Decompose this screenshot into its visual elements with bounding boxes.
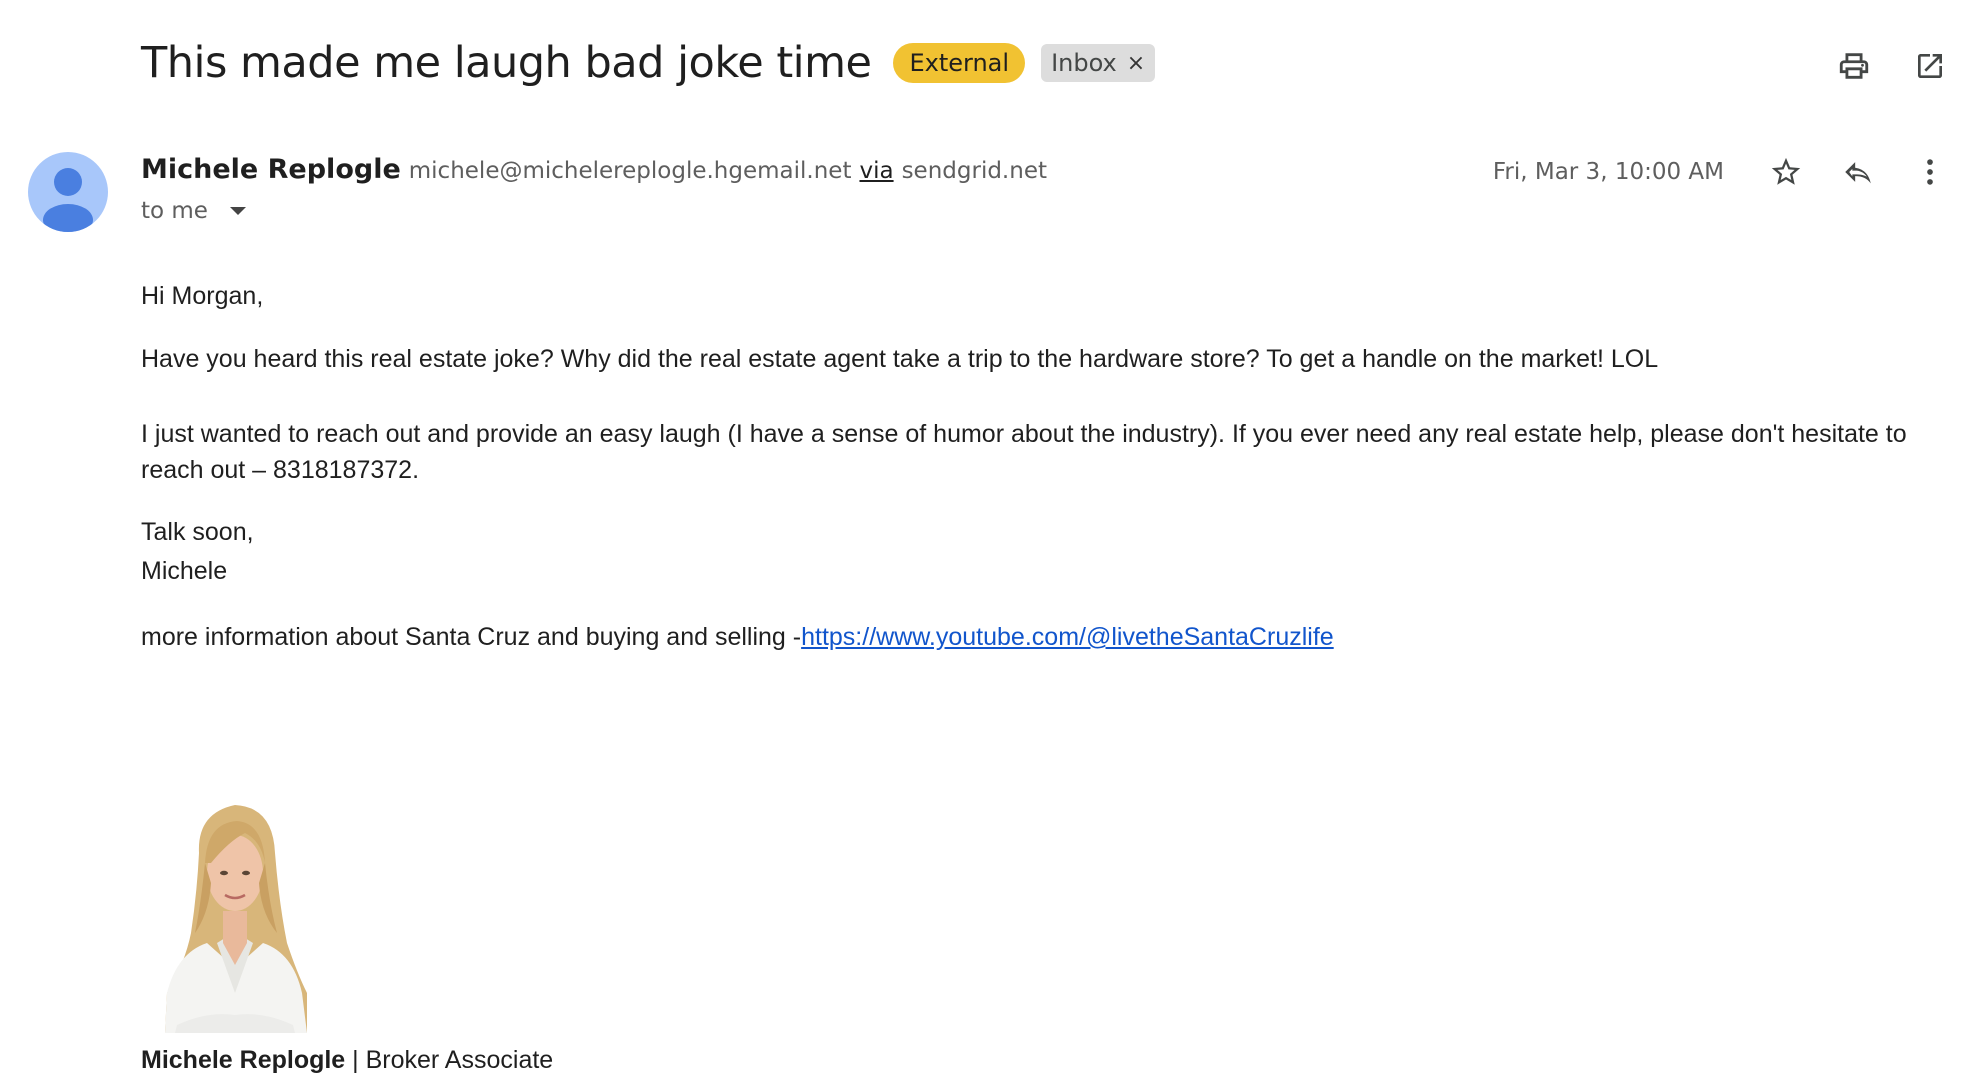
recipient-text: to me (141, 198, 208, 224)
reply-icon (1845, 162, 1871, 184)
sender-email: michele@michelereplogle.hgemail.net (408, 158, 852, 184)
reply-button[interactable] (1840, 154, 1876, 190)
top-actions (1836, 48, 1948, 84)
subject-row: This made me laugh bad joke time Externa… (141, 38, 1156, 88)
signature-separator: | (345, 1046, 366, 1074)
print-button[interactable] (1836, 48, 1872, 84)
signature-line: Michele Replogle | Broker Associate (141, 1046, 553, 1075)
inbox-label[interactable]: Inbox × (1041, 44, 1156, 82)
sender-name[interactable]: Michele Replogle (141, 154, 401, 185)
sender-line: Michele Replogle michele@michelereplogle… (141, 154, 1047, 185)
greeting: Hi Morgan, (141, 282, 264, 310)
open-in-new-window-button[interactable] (1912, 48, 1948, 84)
signature-name: Michele Replogle (141, 1046, 346, 1074)
email-subject: This made me laugh bad joke time (141, 38, 872, 88)
external-badge: External (893, 43, 1026, 83)
open-in-new-window-icon (1918, 54, 1942, 78)
recipient-line: to me (141, 198, 246, 224)
via-domain: sendgrid.net (901, 158, 1047, 184)
more-vertical-icon (1927, 159, 1933, 185)
reach-out-paragraph: I just wanted to reach out and provide a… (141, 420, 1907, 484)
star-icon (1771, 157, 1801, 185)
inbox-label-text: Inbox (1051, 49, 1117, 77)
more-info-line: more information about Santa Cruz and bu… (141, 619, 1334, 655)
signature-title: Broker Associate (365, 1046, 554, 1074)
person-icon (43, 168, 93, 232)
star-button[interactable] (1768, 154, 1804, 190)
show-details-dropdown[interactable] (229, 207, 246, 215)
joke-paragraph: Have you heard this real estate joke? Wh… (141, 345, 1659, 373)
agent-portrait-image (165, 805, 307, 1033)
more-info-text: more information about Santa Cruz and bu… (141, 623, 802, 651)
signature-photo (157, 793, 312, 1033)
closing: Talk soon, (141, 518, 254, 546)
more-options-button[interactable] (1912, 154, 1948, 190)
message-actions: Fri, Mar 3, 10:00 AM (1493, 154, 1948, 190)
email-view: This made me laugh bad joke time Externa… (0, 0, 1986, 1090)
remove-label-icon[interactable]: × (1127, 51, 1145, 76)
sender-avatar[interactable] (28, 152, 108, 232)
youtube-link[interactable]: https://www.youtube.com/@livetheSantaCru… (801, 623, 1334, 651)
print-icon (1839, 53, 1869, 79)
message-date: Fri, Mar 3, 10:00 AM (1492, 159, 1724, 185)
signoff: Michele (141, 557, 228, 585)
via-link[interactable]: via (859, 158, 893, 184)
